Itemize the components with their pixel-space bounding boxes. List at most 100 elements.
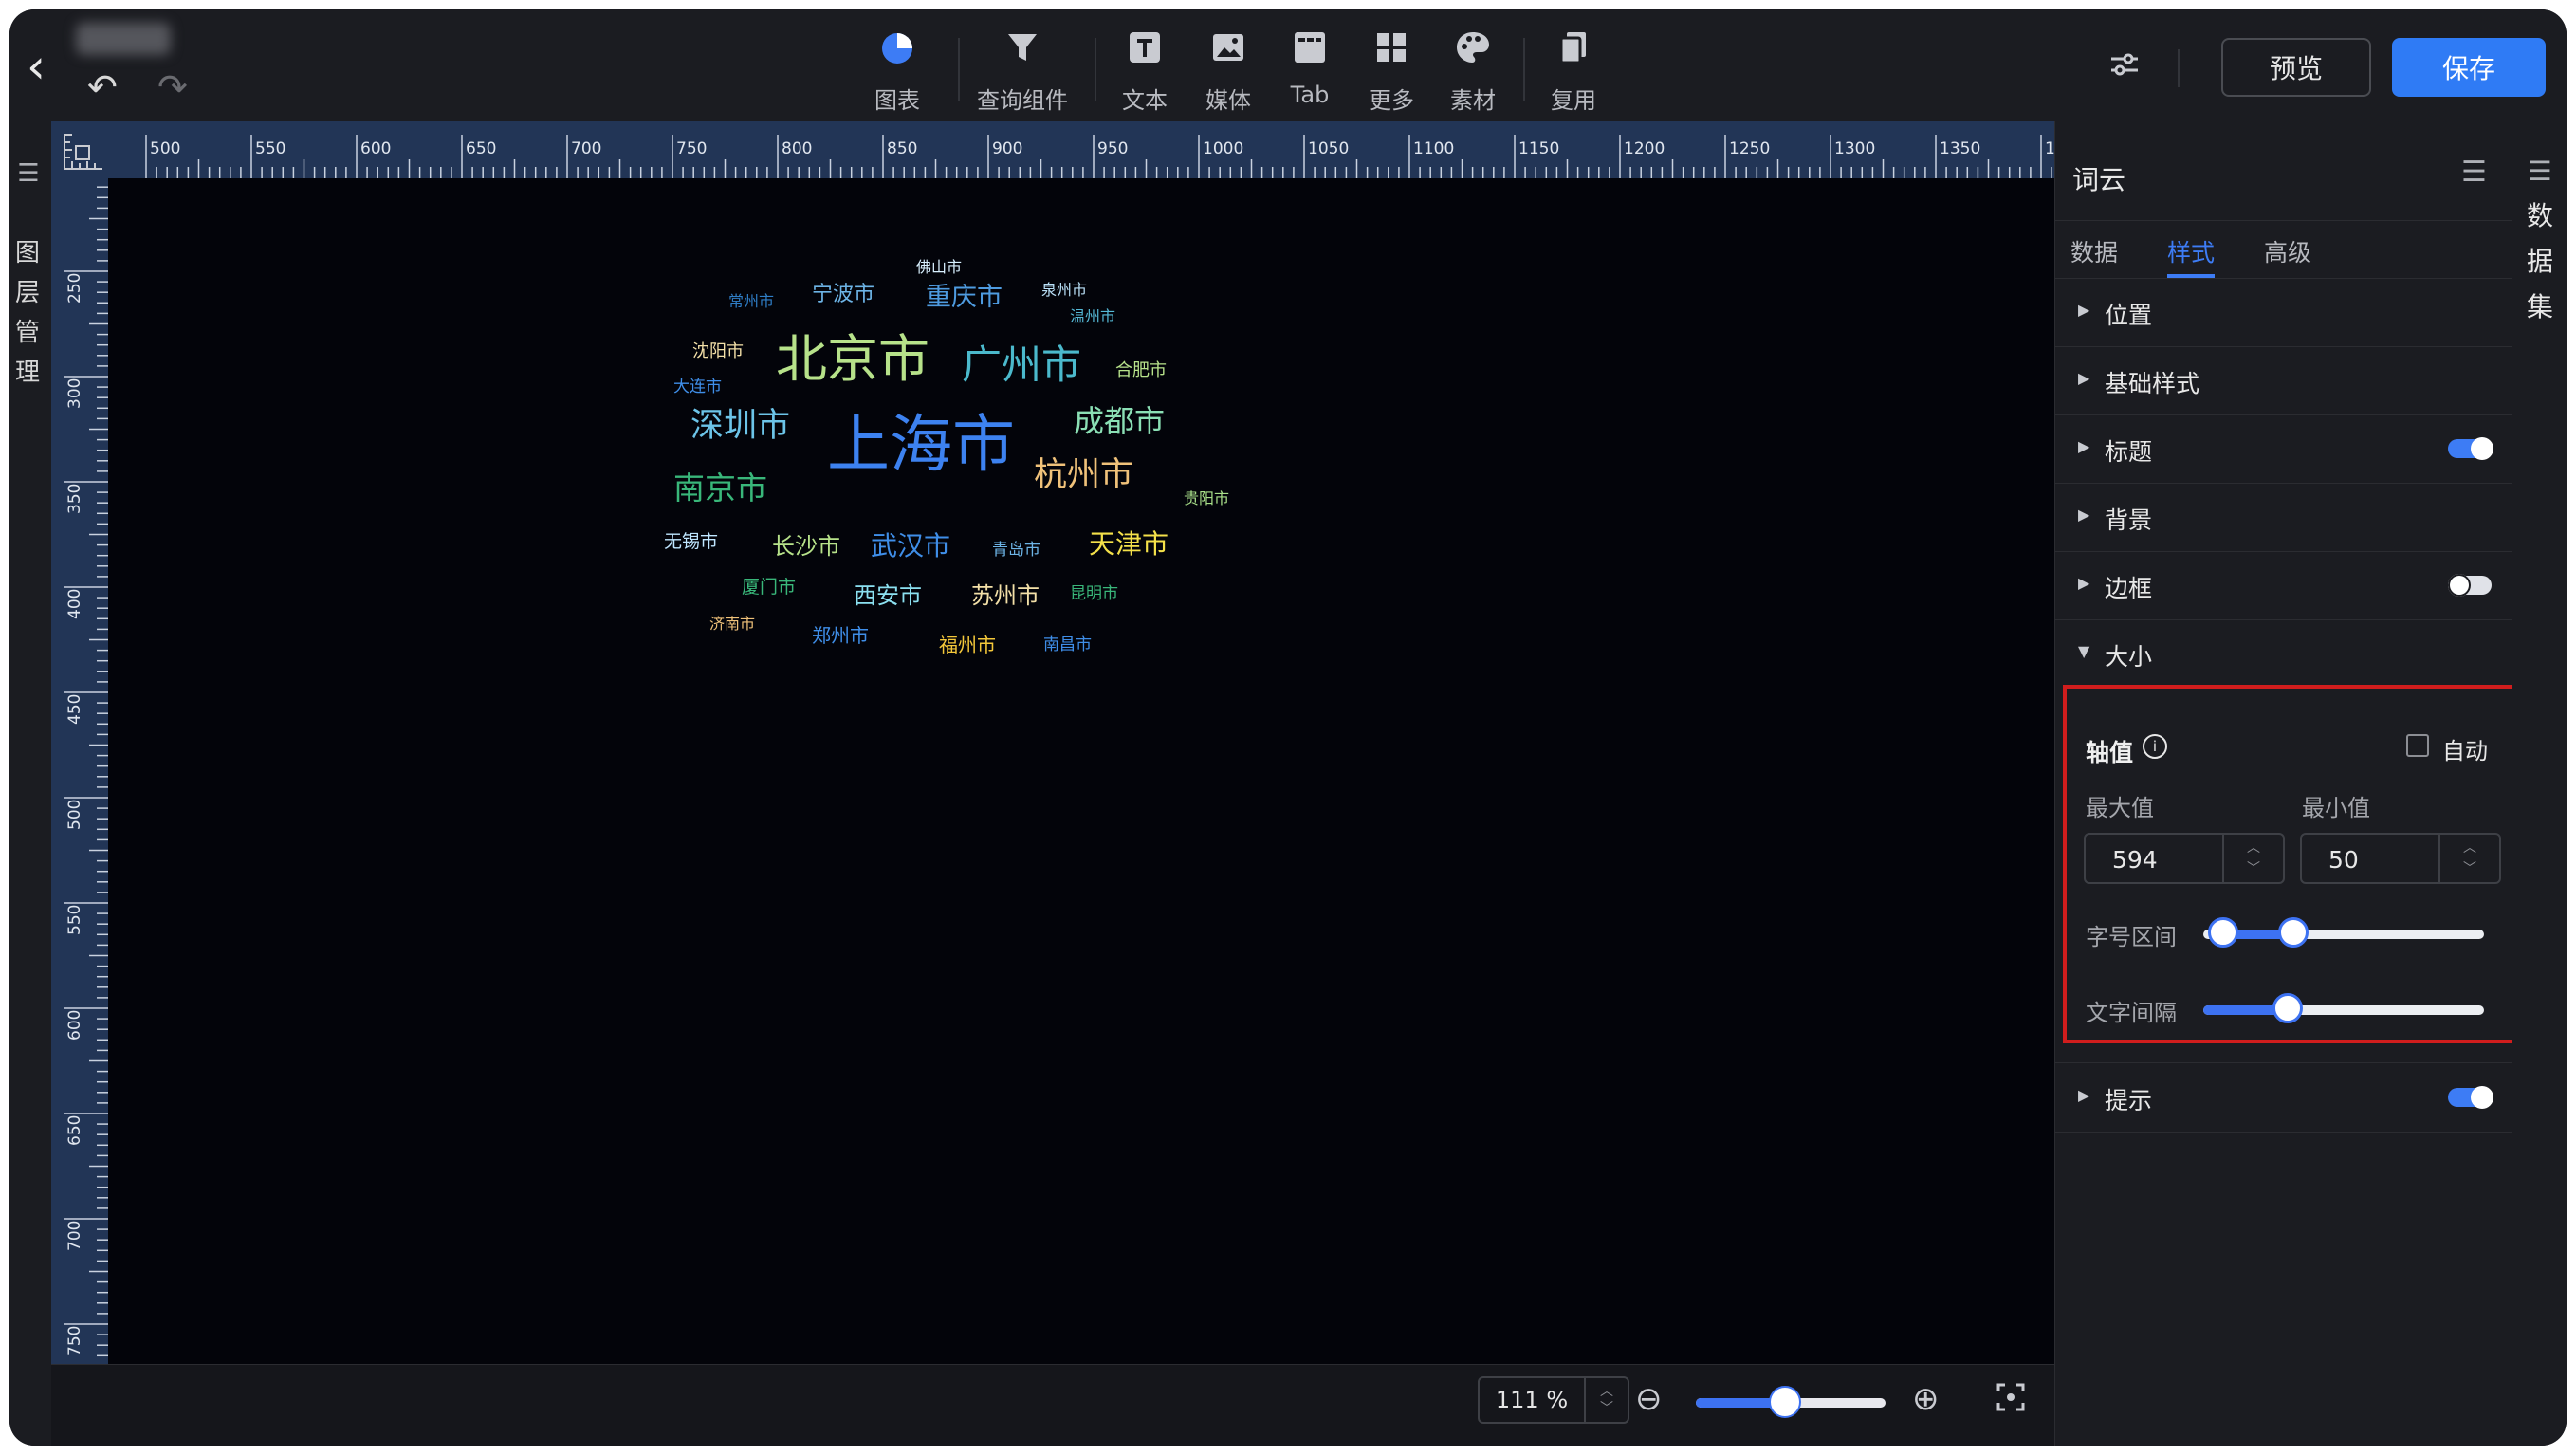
word-cloud-word[interactable]: 佛山市 (916, 260, 962, 275)
title-toggle[interactable] (2448, 437, 2493, 460)
tooltip-toggle[interactable] (2448, 1086, 2493, 1109)
zoom-in-icon[interactable]: ⊕ (1912, 1380, 1940, 1418)
tool-label: 素材 (1450, 87, 1496, 114)
ruler-tick-label: 850 (887, 139, 917, 158)
font-range-min-handle[interactable] (2207, 917, 2238, 948)
word-cloud-word[interactable]: 深圳市 (690, 410, 790, 443)
word-cloud-word[interactable]: 常州市 (728, 294, 774, 309)
design-canvas[interactable]: 佛山市常州市 宁波市 重庆市 泉州市温州市沈阳市 北京市 广州市 合肥市大连市深圳市 上海市 成… (108, 178, 2054, 1364)
preview-button[interactable]: 预览 (2221, 38, 2371, 97)
zoom-out-icon[interactable]: ⊖ (1635, 1380, 1663, 1418)
word-cloud-word[interactable]: 厦门市 (742, 579, 796, 597)
section-tooltip[interactable]: ▶ 提示 (2055, 1062, 2512, 1133)
tool-chart[interactable]: 图表 (852, 28, 943, 114)
chevron-up-icon[interactable]: ︿ (1600, 1383, 1613, 1400)
word-cloud-word[interactable]: 昆明市 (1070, 586, 1118, 602)
tab-style[interactable]: 样式 (2167, 234, 2215, 268)
ruler-tick-label: 700 (65, 1221, 84, 1251)
tool-reuse[interactable]: 复用 (1531, 28, 1616, 114)
word-cloud-word[interactable]: 广州市 (962, 345, 1081, 385)
tool-more[interactable]: 更多 (1349, 28, 1434, 114)
panel-menu-icon[interactable]: ☰ (2461, 156, 2487, 189)
word-cloud-word[interactable]: 温州市 (1070, 309, 1115, 324)
word-cloud-word[interactable]: 苏州市 (971, 584, 1040, 607)
word-cloud-word[interactable]: 青岛市 (992, 543, 1040, 559)
collapse-menu-icon[interactable]: ☰ (9, 159, 47, 188)
dataset-label[interactable]: 数据集 (2526, 193, 2554, 330)
divider (1523, 38, 1525, 101)
section-position[interactable]: ▶ 位置 (2055, 278, 2512, 347)
word-cloud-word[interactable]: 上海市 (827, 414, 1015, 476)
min-value[interactable]: 50 (2328, 846, 2359, 874)
font-range-max-handle[interactable] (2277, 917, 2309, 948)
max-value-stepper[interactable]: ︿ ﹀ (2222, 835, 2283, 882)
word-cloud-word[interactable]: 福州市 (939, 635, 996, 654)
section-base-style[interactable]: ▶ 基础样式 (2055, 346, 2512, 415)
word-cloud-word[interactable]: 无锡市 (664, 533, 718, 551)
word-cloud-word[interactable]: 贵阳市 (1184, 491, 1229, 506)
chevron-down-icon[interactable]: ﹀ (1600, 1400, 1613, 1417)
dataset-strip[interactable]: ☰ 数据集 (2512, 121, 2567, 1446)
zoom-value[interactable]: 111 % (1480, 1387, 1584, 1413)
word-cloud-word[interactable]: 南京市 (673, 472, 767, 504)
auto-checkbox[interactable] (2406, 734, 2429, 757)
chevron-up-icon[interactable]: ︿ (2247, 838, 2260, 858)
word-cloud-word[interactable]: 泉州市 (1041, 283, 1087, 298)
zoom-slider-handle[interactable] (1769, 1386, 1801, 1418)
word-cloud-word[interactable]: 北京市 (776, 334, 929, 385)
ruler-corner-icon[interactable] (63, 133, 104, 171)
word-cloud-word[interactable]: 成都市 (1074, 406, 1165, 436)
zoom-stepper[interactable]: ︿ ﹀ (1584, 1378, 1628, 1422)
tool-query[interactable]: 查询组件 (966, 28, 1079, 114)
max-value-input[interactable]: 594 ︿ ﹀ (2084, 833, 2285, 884)
chevron-up-icon[interactable]: ︿ (2463, 838, 2476, 858)
zoom-slider[interactable] (1696, 1386, 1886, 1418)
zoom-bar: 111 % ︿ ﹀ ⊖ ⊕ (51, 1364, 2054, 1446)
tool-media[interactable]: 媒体 (1186, 28, 1271, 114)
sliders-settings-icon[interactable] (2106, 46, 2144, 92)
word-cloud-word[interactable]: 天津市 (1089, 531, 1168, 558)
tool-text[interactable]: 文本 (1102, 28, 1187, 114)
word-cloud-word[interactable]: 武汉市 (871, 533, 950, 560)
word-cloud-word[interactable]: 合肥市 (1115, 362, 1167, 379)
layer-manager-strip[interactable]: ☰ 图层管理 (9, 121, 52, 1446)
spacing-slider[interactable] (2203, 993, 2484, 1023)
word-cloud-word[interactable]: 重庆市 (926, 285, 1003, 310)
tool-tab[interactable]: Tab (1267, 28, 1352, 114)
tool-material[interactable]: 素材 (1430, 28, 1516, 114)
section-title[interactable]: ▶ 标题 (2055, 414, 2512, 484)
chevron-down-icon[interactable]: ﹀ (2463, 858, 2476, 879)
auto-label[interactable]: 自动 (2442, 732, 2488, 765)
section-background[interactable]: ▶ 背景 (2055, 483, 2512, 552)
word-cloud-word[interactable]: 西安市 (854, 584, 922, 607)
word-cloud-word[interactable]: 杭州市 (1034, 459, 1133, 492)
back-icon[interactable]: ‹ (17, 38, 55, 95)
max-value[interactable]: 594 (2112, 846, 2158, 874)
word-cloud-word[interactable]: 沈阳市 (692, 343, 744, 360)
undo-icon[interactable]: ↶ (87, 68, 118, 106)
border-toggle[interactable] (2448, 574, 2492, 597)
word-cloud-word[interactable]: 长沙市 (772, 535, 840, 558)
dataset-menu-icon[interactable]: ☰ (2512, 156, 2567, 187)
min-value-input[interactable]: 50 ︿ ﹀ (2300, 833, 2501, 884)
tab-advanced[interactable]: 高级 (2264, 234, 2311, 268)
word-cloud-word[interactable]: 济南市 (709, 617, 755, 632)
fit-screen-icon[interactable] (1996, 1382, 2026, 1420)
info-icon[interactable]: i (2143, 734, 2167, 759)
section-size[interactable]: ▼ 大小 (2055, 619, 2512, 688)
zoom-input[interactable]: 111 % ︿ ﹀ (1478, 1376, 1629, 1424)
redo-icon[interactable]: ↷ (157, 68, 188, 106)
save-button[interactable]: 保存 (2392, 38, 2546, 97)
word-cloud-word[interactable]: 郑州市 (812, 626, 869, 645)
chevron-down-icon[interactable]: ﹀ (2247, 858, 2260, 879)
word-cloud-word[interactable]: 宁波市 (812, 285, 874, 305)
word-cloud-word[interactable]: 大连市 (673, 379, 722, 396)
layer-manager-label[interactable]: 图层管理 (13, 233, 42, 393)
spacing-handle[interactable] (2272, 993, 2303, 1023)
min-value-stepper[interactable]: ︿ ﹀ (2438, 835, 2499, 882)
tab-data[interactable]: 数据 (2070, 234, 2118, 268)
max-value-label: 最大值 (2086, 795, 2154, 821)
word-cloud-word[interactable]: 南昌市 (1043, 637, 1092, 654)
font-range-slider[interactable] (2203, 917, 2484, 948)
section-border[interactable]: ▶ 边框 (2055, 551, 2512, 620)
